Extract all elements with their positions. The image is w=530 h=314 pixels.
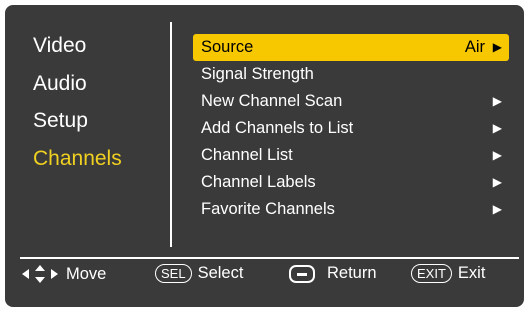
option-new-channel-scan[interactable]: New Channel Scan ▶: [193, 88, 509, 115]
option-label: Signal Strength: [201, 65, 314, 83]
category-audio[interactable]: Audio: [33, 71, 122, 109]
option-label: Source: [201, 38, 254, 56]
option-channel-labels[interactable]: Channel Labels ▶: [193, 169, 509, 196]
option-add-channels[interactable]: Add Channels to List ▶: [193, 115, 509, 142]
option-label: New Channel Scan: [201, 92, 343, 110]
option-label: Channel Labels: [201, 173, 316, 191]
right-arrow-icon: ▶: [492, 94, 502, 108]
sel-key-icon: SEL: [155, 264, 192, 283]
option-source[interactable]: Source Air ▶: [193, 34, 509, 61]
right-arrow-icon: ▶: [492, 175, 502, 189]
legend-select: SEL Select: [155, 264, 243, 283]
right-arrow-icon: ▶: [492, 202, 502, 216]
legend-exit-label: Exit: [457, 264, 486, 282]
right-arrow-icon: ▶: [492, 40, 502, 54]
legend-move-label: Move: [66, 264, 107, 283]
right-arrow-icon: ▶: [492, 148, 502, 162]
exit-key-icon: EXIT: [411, 264, 452, 283]
right-arrow-icon: ▶: [492, 121, 502, 135]
legend-move: Move: [20, 264, 106, 284]
dpad-arrows-icon: [22, 265, 58, 283]
option-favorite-channels[interactable]: Favorite Channels ▶: [193, 196, 509, 223]
legend-return: Return: [289, 264, 377, 283]
button-legend: Move SEL Select Return EXIT Exit: [0, 262, 530, 292]
legend-exit: EXIT Exit: [411, 264, 485, 283]
option-label: Channel List: [201, 146, 293, 164]
option-channel-list[interactable]: Channel List ▶: [193, 142, 509, 169]
option-signal-strength[interactable]: Signal Strength: [193, 61, 509, 88]
category-list: Video Audio Setup Channels: [33, 33, 122, 183]
category-video[interactable]: Video: [33, 33, 122, 71]
horizontal-divider: [20, 257, 519, 259]
vertical-divider: [170, 22, 172, 247]
option-label: Add Channels to List: [201, 119, 354, 137]
option-value: Air: [464, 38, 485, 56]
category-channels[interactable]: Channels: [33, 146, 122, 184]
channel-options-list: Source Air ▶ Signal Strength New Channel…: [193, 34, 509, 223]
legend-select-label: Select: [197, 264, 244, 282]
return-key-icon: [289, 264, 315, 283]
legend-return-label: Return: [327, 264, 377, 282]
option-label: Favorite Channels: [201, 200, 335, 218]
category-setup[interactable]: Setup: [33, 108, 122, 146]
